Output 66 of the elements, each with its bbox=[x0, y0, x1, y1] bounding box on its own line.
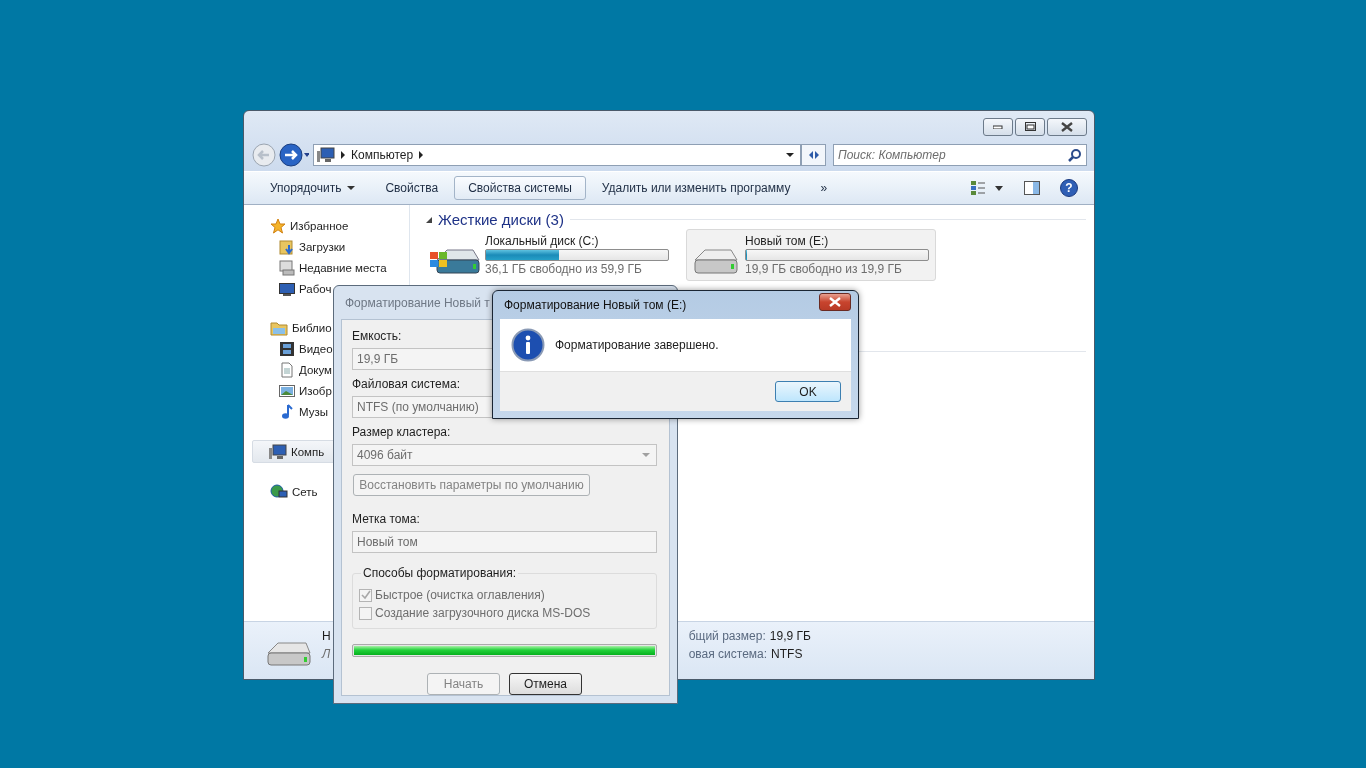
drive-free-space: 36,1 ГБ свободно из 59,9 ГБ bbox=[485, 262, 643, 276]
checkbox-label: Создание загрузочного диска MS-DOS bbox=[375, 606, 591, 620]
toolbar-button[interactable]: » bbox=[806, 176, 842, 200]
field-label: Размер кластера: bbox=[352, 425, 452, 439]
preview-pane-icon[interactable] bbox=[1024, 181, 1040, 195]
detail-label: овая система: bbox=[688, 647, 768, 661]
close-button[interactable] bbox=[1047, 117, 1087, 136]
close-button[interactable] bbox=[819, 293, 851, 311]
back-forward-icon[interactable] bbox=[251, 142, 309, 168]
sidebar-item[interactable]: Недавние места bbox=[244, 257, 409, 278]
search-icon[interactable] bbox=[1068, 148, 1082, 162]
message-text: Форматирование завершено. bbox=[555, 338, 719, 352]
toolbar-button[interactable]: Удалить или изменить программу bbox=[587, 176, 805, 200]
drive-free-space: 19,9 ГБ свободно из 19,9 ГБ bbox=[745, 262, 903, 276]
library-folder-icon bbox=[270, 319, 288, 336]
computer-icon bbox=[317, 147, 335, 163]
help-button[interactable]: ? bbox=[1060, 179, 1078, 197]
minimize-icon bbox=[993, 124, 1003, 129]
network-globe-icon bbox=[270, 483, 288, 500]
close-icon bbox=[1061, 121, 1073, 132]
checkbox-label: Быстрое (очистка оглавления) bbox=[375, 588, 545, 602]
computer-icon bbox=[269, 443, 287, 460]
document-icon bbox=[279, 361, 295, 378]
close-icon bbox=[828, 297, 842, 307]
detail-value: NTFS bbox=[771, 647, 803, 661]
recent-places-icon bbox=[279, 259, 295, 276]
drive-title: Н bbox=[322, 629, 331, 643]
drive-tile[interactable]: Новый том (E:) 19,9 ГБ свободно из 19,9 ГБ bbox=[686, 229, 936, 281]
detail-value: 19,9 ГБ bbox=[769, 629, 811, 643]
drive-name: Локальный диск (C:) bbox=[485, 234, 600, 248]
group-title: Способы форматирования: bbox=[361, 566, 518, 580]
refresh-button[interactable] bbox=[801, 144, 826, 166]
breadcrumb-arrow-icon[interactable] bbox=[419, 151, 424, 159]
monitor-icon bbox=[279, 280, 295, 297]
film-icon bbox=[279, 340, 295, 357]
drive-subtitle: Л bbox=[322, 647, 331, 661]
drive-tile[interactable]: Локальный диск (C:) 36,1 ГБ свободно из 59,9 ГБ bbox=[426, 229, 676, 281]
field-label: Метка тома: bbox=[352, 512, 421, 526]
collapse-arrow-icon[interactable] bbox=[426, 216, 432, 223]
dialog-button[interactable]: Отмена bbox=[509, 673, 582, 695]
maximize-icon bbox=[1024, 122, 1036, 131]
field-label: Емкость: bbox=[352, 329, 403, 343]
breadcrumb-arrow-icon[interactable] bbox=[341, 151, 345, 159]
field-label: Файловая система: bbox=[352, 377, 462, 391]
info-icon bbox=[511, 328, 545, 362]
view-options-icon[interactable] bbox=[970, 180, 1004, 196]
drive-name: Новый том (E:) bbox=[745, 234, 830, 248]
toolbar-button[interactable]: Свойства bbox=[371, 176, 453, 200]
address-bar[interactable]: Компьютер bbox=[313, 144, 801, 166]
music-note-icon bbox=[279, 403, 295, 420]
dialog-title: Форматирование Новый том (E:) bbox=[504, 298, 687, 312]
star-icon bbox=[270, 217, 286, 234]
dropdown-arrow-icon[interactable] bbox=[786, 153, 794, 157]
ok-button[interactable]: OK bbox=[775, 381, 841, 402]
toolbar-button[interactable]: Свойства системы bbox=[454, 176, 586, 200]
breadcrumb-item[interactable]: Компьютер bbox=[351, 148, 414, 162]
picture-icon bbox=[279, 382, 295, 399]
sidebar-item[interactable]: Избранное bbox=[244, 215, 409, 236]
toolbar-button[interactable]: Упорядочить bbox=[256, 176, 370, 200]
detail-label: бщий размер: bbox=[688, 629, 766, 643]
minimize-button[interactable] bbox=[983, 117, 1013, 136]
search-field[interactable]: Поиск: Компьютер bbox=[833, 144, 1087, 166]
maximize-button[interactable] bbox=[1015, 117, 1045, 136]
cluster-size-dropdown[interactable]: 4096 байт bbox=[352, 444, 657, 466]
group-heading[interactable]: Жесткие диски (3) bbox=[438, 211, 564, 228]
sidebar-item[interactable]: Загрузки bbox=[244, 236, 409, 257]
